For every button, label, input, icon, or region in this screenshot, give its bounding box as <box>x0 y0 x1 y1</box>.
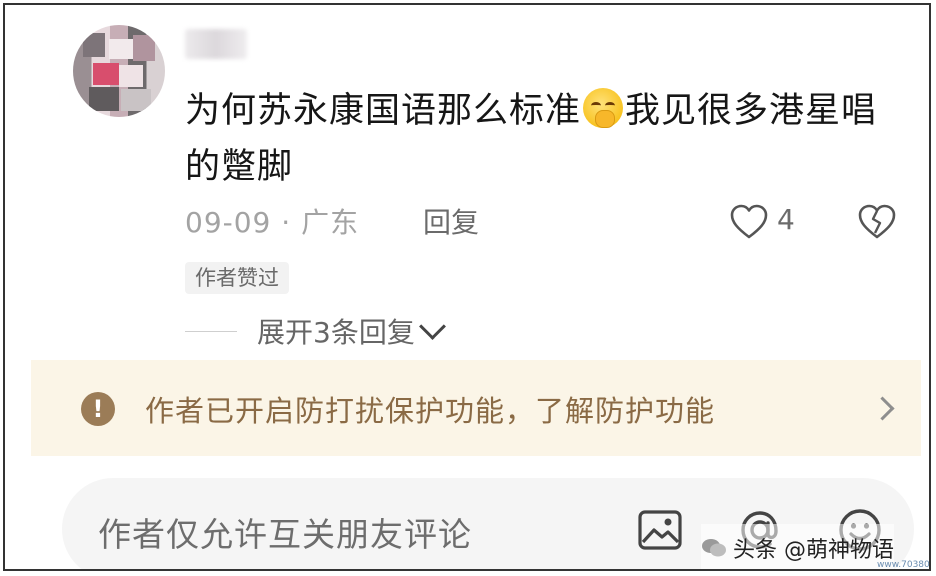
chevron-right-icon <box>870 396 895 421</box>
broken-heart-dislike-icon[interactable] <box>857 203 897 241</box>
comment-input-placeholder[interactable]: 作者仅允许互关朋友评论 <box>98 508 472 556</box>
expand-replies-label: 展开3条回复 <box>257 316 415 349</box>
like-count: 4 <box>777 203 795 236</box>
exclamation-icon: ! <box>81 392 115 426</box>
avatar[interactable] <box>73 25 165 117</box>
watermark-url: www.703804.com <box>877 560 930 570</box>
comment-text-part1: 为何苏永康国语那么标准 <box>185 91 582 131</box>
notice-text: 作者已开启防打扰保护功能，了解防护功能 <box>145 394 716 428</box>
heart-like-icon[interactable] <box>729 203 769 241</box>
chevron-down-icon <box>418 312 446 340</box>
hand-over-mouth-emoji-icon <box>583 88 624 128</box>
reply-button[interactable]: 回复 <box>423 201 479 241</box>
image-icon[interactable] <box>636 506 684 554</box>
anti-harassment-notice-banner[interactable]: ! 作者已开启防打扰保护功能，了解防护功能 <box>31 360 921 456</box>
comment-screen: 为何苏永康国语那么标准 我见很多港星唱的蹩脚 09-09 · 广东 回复 4 作者… <box>3 3 931 571</box>
expand-replies-button[interactable]: 展开3条回复 <box>185 311 446 351</box>
author-liked-badge: 作者赞过 <box>185 262 289 294</box>
username-blurred[interactable] <box>185 29 247 59</box>
comment-date-location: 09-09 · 广东 <box>185 206 360 239</box>
watermark-text: 头条 @萌神物语 <box>733 538 894 563</box>
comment-text: 为何苏永康国语那么标准 我见很多港星唱的蹩脚 <box>185 83 905 195</box>
wechat-logo-icon <box>702 539 726 557</box>
watermark: 头条 @萌神物语 <box>701 524 894 569</box>
divider-line <box>185 330 237 332</box>
